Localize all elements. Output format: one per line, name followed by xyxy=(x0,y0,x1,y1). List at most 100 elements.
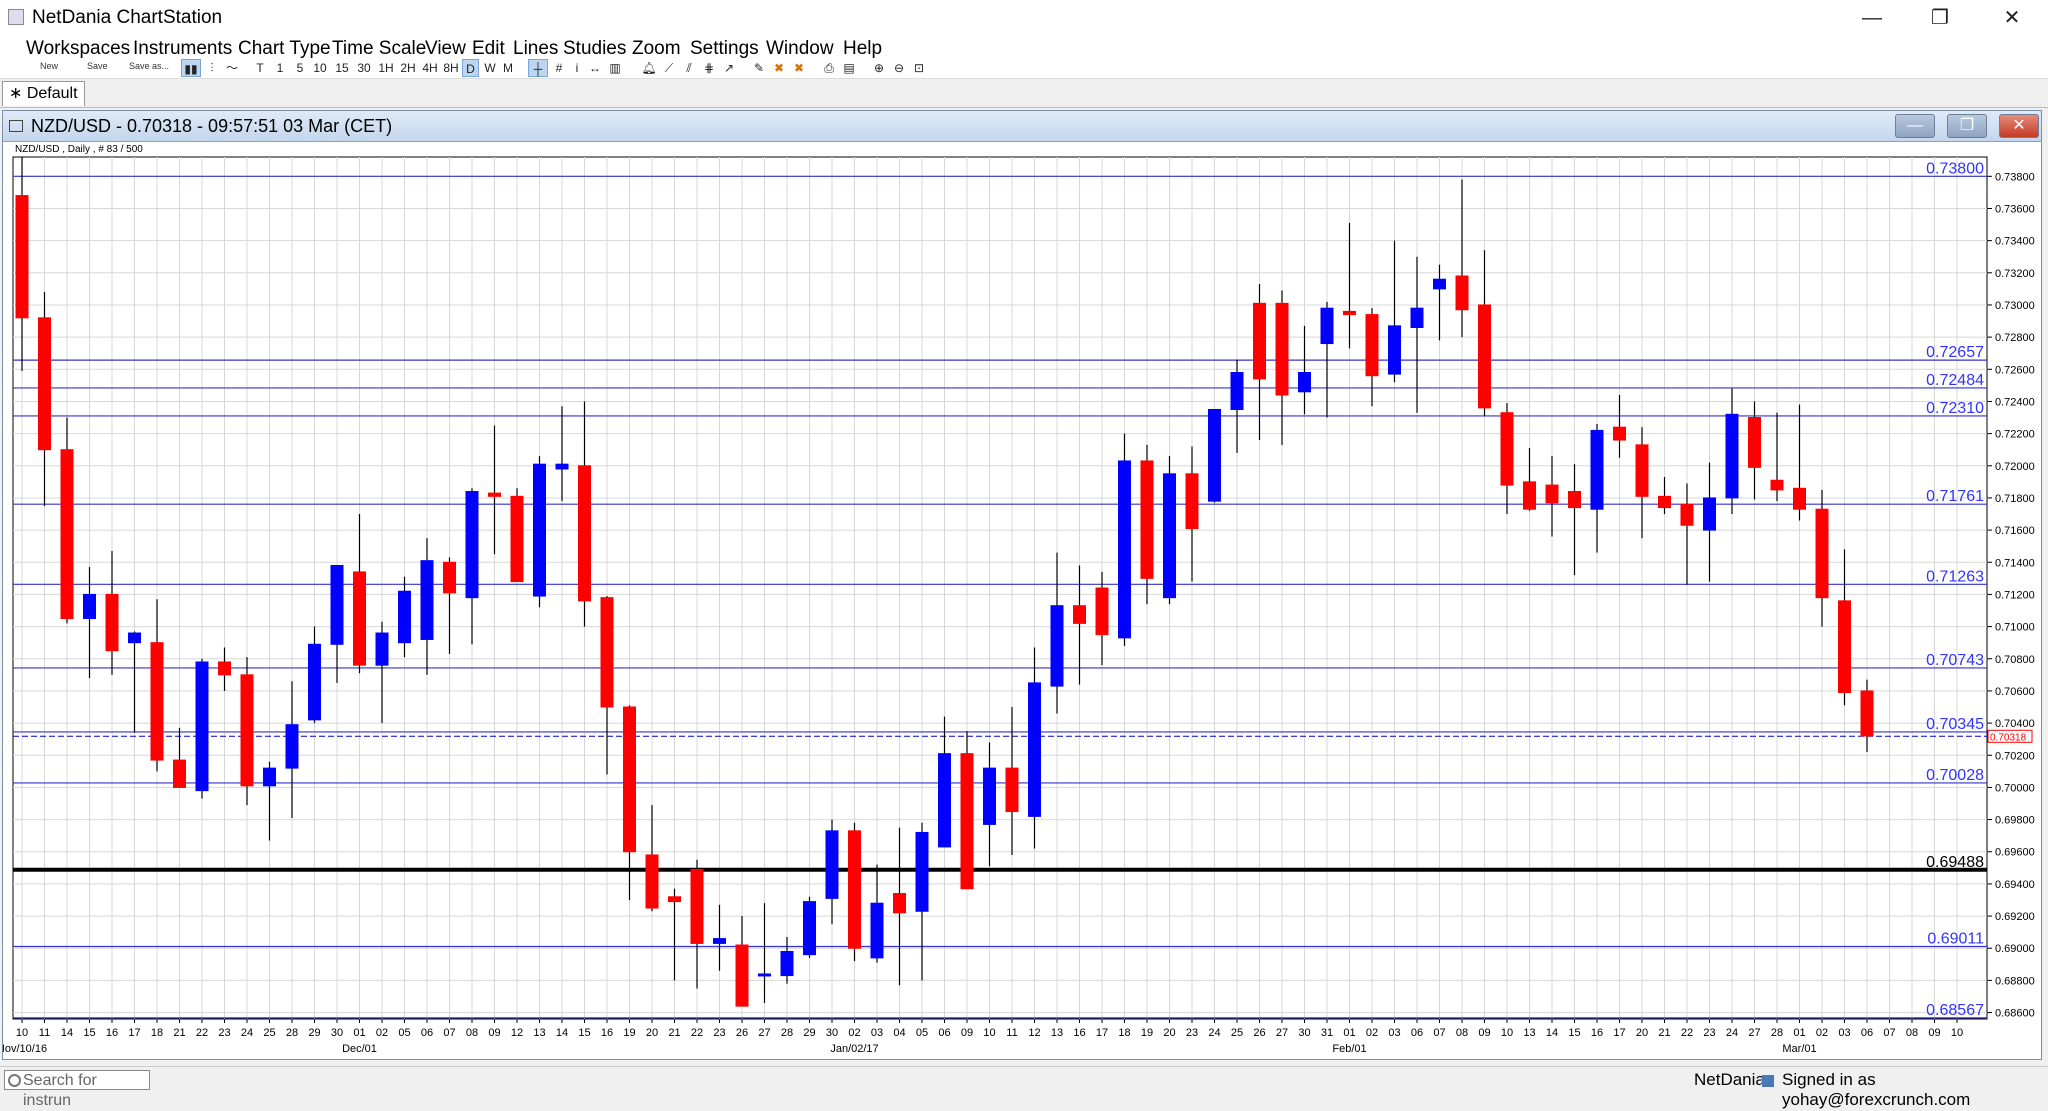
alert-icon[interactable]: 🔔︎ xyxy=(640,59,658,77)
timescale-d[interactable]: D xyxy=(462,59,479,77)
candle-body xyxy=(803,901,816,956)
chart-minimize-button[interactable]: — xyxy=(1895,114,1935,138)
candle-body xyxy=(1658,495,1671,509)
candlestick-icon[interactable]: ⫶ xyxy=(203,59,221,77)
timescale-10[interactable]: 10 xyxy=(310,59,330,77)
zoom-in-icon[interactable]: ⊕ xyxy=(870,59,888,77)
candle-body xyxy=(1748,417,1761,468)
print-icon[interactable]: ⎙ xyxy=(820,59,838,77)
x-tick-label: 01 xyxy=(353,1027,365,1039)
level-label: 0.70345 xyxy=(1926,716,1984,733)
timescale-1h[interactable]: 1H xyxy=(376,59,396,77)
status-bar: Search for instrun NetDania Signed in as… xyxy=(0,1066,2048,1109)
menu-view[interactable]: View xyxy=(425,38,466,60)
candle-body xyxy=(1230,372,1244,410)
candle-body xyxy=(218,661,231,676)
pencil-icon[interactable]: ✎ xyxy=(750,59,768,77)
timescale-15[interactable]: 15 xyxy=(332,59,352,77)
delete-all-icon[interactable]: ✖ xyxy=(790,59,808,77)
y-tick-label: 0.69600 xyxy=(1995,847,2035,859)
x-tick-label: 08 xyxy=(1456,1027,1468,1039)
timescale-30[interactable]: 30 xyxy=(354,59,374,77)
menu-chart-type[interactable]: Chart Type xyxy=(238,38,331,60)
timescale-2h[interactable]: 2H xyxy=(398,59,418,77)
timescale-w[interactable]: W xyxy=(482,59,498,77)
delete-icon[interactable]: ✖ xyxy=(770,59,788,77)
menu-help[interactable]: Help xyxy=(843,38,882,60)
candle-body xyxy=(1298,372,1311,393)
x-tick-label: 23 xyxy=(713,1027,725,1039)
zoom-reset-icon[interactable]: ⊡ xyxy=(910,59,928,77)
x-tick-label: 28 xyxy=(286,1027,298,1039)
chart-info: NZD/USD , Daily , # 83 / 500 xyxy=(15,144,143,155)
fibonacci-icon[interactable]: ⋕ xyxy=(700,59,718,77)
y-tick-label: 0.71800 xyxy=(1995,493,2035,505)
x-tick-label: 18 xyxy=(151,1027,163,1039)
x-tick-label: 30 xyxy=(331,1027,343,1039)
chart-icon xyxy=(9,120,23,132)
x-tick-label: 26 xyxy=(1253,1027,1265,1039)
pan-icon[interactable]: ↔ xyxy=(586,59,604,77)
maximize-button[interactable]: ❐ xyxy=(1912,2,1968,34)
line-chart-icon[interactable]: 〜 xyxy=(223,59,241,77)
timescale-t[interactable]: T xyxy=(253,59,267,77)
timescale-1[interactable]: 1 xyxy=(273,59,287,77)
candle-body xyxy=(353,571,366,666)
candle-body xyxy=(1545,484,1559,504)
instrument-search-input[interactable]: Search for instrun xyxy=(4,1070,150,1109)
app-icon xyxy=(8,9,24,25)
channel-icon[interactable]: ⫽ xyxy=(680,59,698,77)
search-icon xyxy=(8,1074,21,1087)
level-label: 0.69488 xyxy=(1926,854,1984,871)
save-button[interactable]: Save xyxy=(87,61,108,71)
x-tick-label: 02 xyxy=(1366,1027,1378,1039)
zoom-out-icon[interactable]: ⊖ xyxy=(890,59,908,77)
candle-body xyxy=(398,590,411,644)
trendline-icon[interactable]: ⟋ xyxy=(660,59,678,77)
menu-time-scale[interactable]: Time Scale xyxy=(332,38,426,60)
candle-body xyxy=(443,561,456,594)
save-as-button[interactable]: Save as... xyxy=(129,61,169,71)
volume-icon[interactable]: ▥ xyxy=(606,59,624,77)
chart-close-button[interactable]: ✕ xyxy=(1999,114,2039,138)
x-tick-label: 17 xyxy=(1096,1027,1108,1039)
candle-body xyxy=(1343,310,1356,316)
close-button[interactable]: ✕ xyxy=(1984,2,2040,34)
x-tick-label: 22 xyxy=(196,1027,208,1039)
menu-window[interactable]: Window xyxy=(766,38,834,60)
price-chart[interactable]: 0.68600 0.68800 0.69000 0.69200 0.69400 0.696… xyxy=(3,111,2041,1059)
menu-settings[interactable]: Settings xyxy=(690,38,759,60)
search-placeholder: Search for instrun xyxy=(23,1072,97,1109)
menu-zoom[interactable]: Zoom xyxy=(632,38,681,60)
candle-body xyxy=(1208,408,1221,502)
candle-body xyxy=(1815,508,1829,599)
new-button[interactable]: New xyxy=(40,61,58,71)
y-tick-label: 0.72000 xyxy=(1995,461,2035,473)
y-tick-label: 0.71200 xyxy=(1995,589,2035,601)
timescale-5[interactable]: 5 xyxy=(293,59,307,77)
x-tick-label: 25 xyxy=(263,1027,275,1039)
arrow-icon[interactable]: ↗ xyxy=(720,59,738,77)
candle-body xyxy=(1838,600,1851,694)
menu-instruments[interactable]: Instruments xyxy=(133,38,232,60)
timescale-4h[interactable]: 4H xyxy=(420,59,440,77)
x-tick-label: 18 xyxy=(1118,1027,1130,1039)
bar-chart-icon[interactable]: ▮▮ xyxy=(181,59,201,77)
print-preview-icon[interactable]: ▤ xyxy=(840,59,858,77)
timescale-m[interactable]: M xyxy=(500,59,516,77)
timescale-8h[interactable]: 8H xyxy=(441,59,461,77)
candle-body xyxy=(735,944,749,1007)
x-tick-label: 14 xyxy=(61,1027,73,1039)
menu-edit[interactable]: Edit xyxy=(472,38,505,60)
minimize-button[interactable]: — xyxy=(1844,2,1900,34)
menu-lines[interactable]: Lines xyxy=(513,38,558,60)
chart-restore-button[interactable]: ❐ xyxy=(1947,114,1987,138)
tab-default[interactable]: ∗ Default xyxy=(2,81,85,106)
menu-studies[interactable]: Studies xyxy=(563,38,626,60)
x-tick-label: 01 xyxy=(1343,1027,1355,1039)
menu-workspaces[interactable]: Workspaces xyxy=(26,38,130,60)
info-icon[interactable]: i xyxy=(570,59,584,77)
grid-icon[interactable]: # xyxy=(550,59,568,77)
candle-body xyxy=(960,753,974,890)
crosshair-icon[interactable]: ┼ xyxy=(528,59,548,77)
